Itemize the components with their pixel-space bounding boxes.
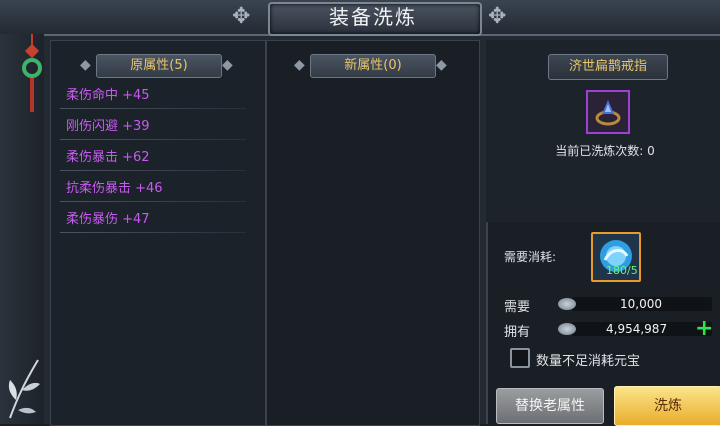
wash-button[interactable]: 洗炼 (614, 386, 720, 426)
item-slot[interactable] (586, 90, 630, 134)
own-value-bar: 4,954,987 (572, 322, 712, 336)
chinese-knot-icon (22, 34, 42, 112)
ring-item-icon (595, 100, 621, 126)
silver-coin-icon (558, 298, 576, 310)
attribute-row: 柔伤暴伤 +47 (66, 212, 150, 227)
material-count: 180/5 (606, 264, 638, 277)
own-value: 4,954,987 (606, 322, 668, 336)
consume-label: 需要消耗: (504, 250, 557, 264)
need-value-bar: 10,000 (572, 297, 712, 311)
divider (60, 108, 246, 109)
right-diamond-icon: ◆ (222, 57, 233, 73)
use-gold-checkbox[interactable] (510, 348, 530, 368)
item-name: 济世扁鹊戒指 (548, 54, 668, 80)
old-attributes-header: 原属性(5) (96, 54, 222, 78)
divider (60, 201, 246, 202)
new-attributes-header: 新属性(0) (310, 54, 436, 78)
new-attributes-panel (266, 40, 480, 426)
use-gold-label: 数量不足消耗元宝 (536, 354, 641, 369)
wash-count-text: 当前已洗炼次数: 0 (555, 144, 655, 158)
left-diamond-icon: ◆ (80, 57, 91, 73)
attribute-row: 刚伤闪避 +39 (66, 119, 150, 134)
need-label: 需要 (504, 300, 531, 315)
divider (60, 170, 246, 171)
window-title: 装备洗炼 (329, 5, 417, 29)
own-label: 拥有 (504, 325, 531, 340)
need-value: 10,000 (620, 297, 662, 311)
divider (60, 232, 246, 233)
divider (60, 139, 246, 140)
plus-icon[interactable]: + (695, 318, 713, 340)
attribute-row: 抗柔伤暴击 +46 (66, 181, 163, 196)
left-title-ornament-icon: ✥ (232, 4, 251, 29)
left-diamond-icon: ◆ (294, 57, 305, 73)
replace-attributes-button[interactable]: 替换老属性 (496, 388, 604, 424)
right-diamond-icon: ◆ (436, 57, 447, 73)
right-title-ornament-icon: ✥ (488, 4, 507, 29)
silver-coin-icon (558, 323, 576, 335)
attribute-row: 柔伤命中 +45 (66, 88, 150, 103)
attribute-row: 柔伤暴击 +62 (66, 150, 150, 165)
bamboo-leaf-icon (8, 359, 40, 419)
